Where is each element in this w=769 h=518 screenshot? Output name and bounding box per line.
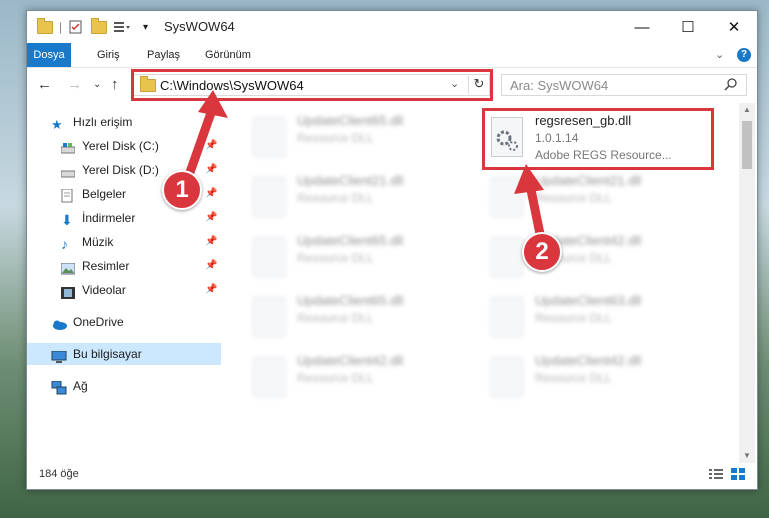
step-badge-1: 1 (162, 170, 202, 210)
arrow-1-head (198, 90, 228, 118)
arrow-2-line (525, 180, 545, 239)
step-badge-2: 2 (522, 232, 562, 272)
arrow-1-line (183, 105, 217, 183)
arrow-2-head (514, 164, 544, 194)
annotation-arrows (183, 90, 545, 239)
